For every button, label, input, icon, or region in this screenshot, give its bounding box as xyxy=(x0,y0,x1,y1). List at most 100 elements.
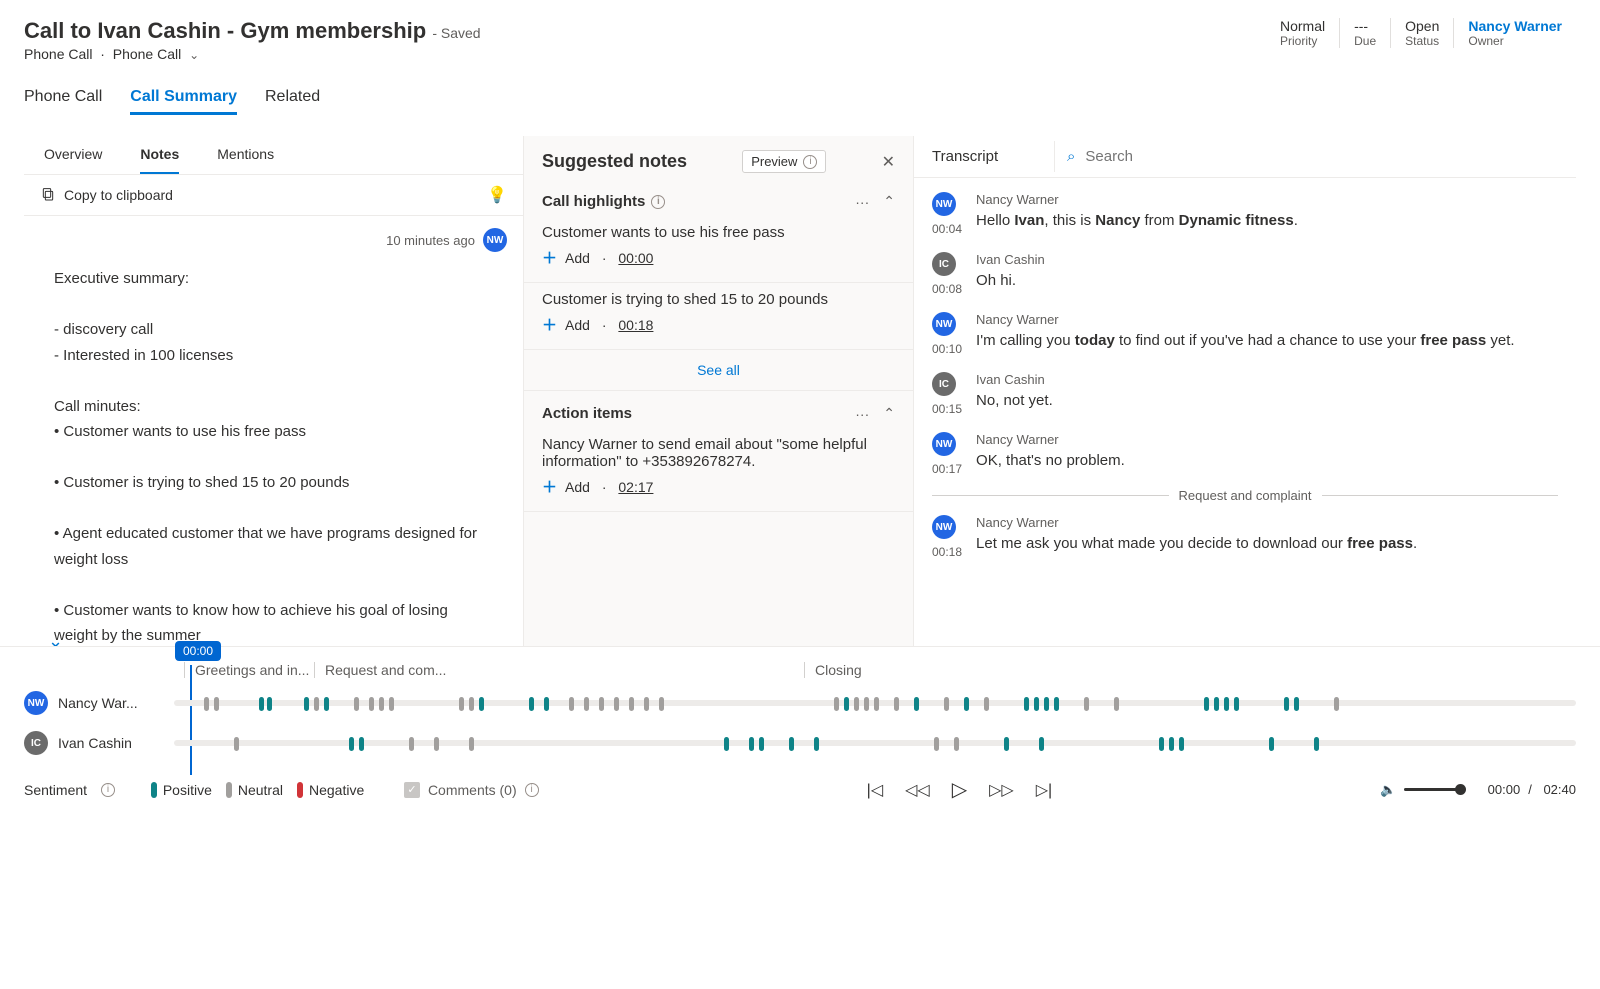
rewind-button[interactable]: ◁◁ xyxy=(905,780,930,800)
sentiment-tick[interactable] xyxy=(659,697,664,711)
sentiment-tick[interactable] xyxy=(1054,697,1059,711)
sentiment-tick[interactable] xyxy=(1214,697,1219,711)
sentiment-track[interactable] xyxy=(174,700,1576,706)
sentiment-tick[interactable] xyxy=(389,697,394,711)
sentiment-tick[interactable] xyxy=(204,697,209,711)
sentiment-tick[interactable] xyxy=(214,697,219,711)
sentiment-tick[interactable] xyxy=(644,697,649,711)
sentiment-tick[interactable] xyxy=(469,697,474,711)
volume-icon[interactable]: 🔈 xyxy=(1380,782,1396,798)
sentiment-tick[interactable] xyxy=(934,737,939,751)
add-highlight-button[interactable]: ＋ Add · 00:18 xyxy=(542,314,895,335)
sentiment-tick[interactable] xyxy=(1159,737,1164,751)
sentiment-tick[interactable] xyxy=(724,737,729,751)
sentiment-tick[interactable] xyxy=(359,737,364,751)
skip-end-button[interactable]: ▷| xyxy=(1036,780,1052,800)
close-icon[interactable]: ✕ xyxy=(882,152,895,172)
sentiment-tick[interactable] xyxy=(914,697,919,711)
sentiment-tick[interactable] xyxy=(1034,697,1039,711)
sentiment-tick[interactable] xyxy=(379,697,384,711)
transcript-time[interactable]: 00:15 xyxy=(932,402,962,416)
sentiment-tick[interactable] xyxy=(1179,737,1184,751)
info-icon[interactable]: i xyxy=(101,783,115,797)
skip-start-button[interactable]: |◁ xyxy=(867,780,883,800)
sentiment-tick[interactable] xyxy=(1039,737,1044,751)
search-input[interactable] xyxy=(1083,147,1564,166)
preview-badge[interactable]: Previewi xyxy=(742,150,826,173)
sentiment-tick[interactable] xyxy=(944,697,949,711)
timestamp-link[interactable]: 00:18 xyxy=(618,317,653,333)
owner-value[interactable]: Nancy Warner xyxy=(1468,18,1562,34)
sentiment-tick[interactable] xyxy=(984,697,989,711)
due-value[interactable]: --- xyxy=(1354,18,1376,34)
transcript-time[interactable]: 00:18 xyxy=(932,545,962,559)
sentiment-tick[interactable] xyxy=(814,737,819,751)
lightbulb-icon[interactable]: 💡 xyxy=(487,185,507,205)
sentiment-tick[interactable] xyxy=(1169,737,1174,751)
sentiment-tick[interactable] xyxy=(544,697,549,711)
sentiment-tick[interactable] xyxy=(1114,697,1119,711)
play-button[interactable]: ▷ xyxy=(952,777,967,802)
chevron-up-icon[interactable]: ⌃ xyxy=(883,405,895,422)
sentiment-tick[interactable] xyxy=(1084,697,1089,711)
sentiment-tick[interactable] xyxy=(314,697,319,711)
status-value[interactable]: Open xyxy=(1405,18,1439,34)
form-selector[interactable]: Phone Call xyxy=(113,46,182,62)
sentiment-tick[interactable] xyxy=(267,697,272,711)
volume-slider[interactable] xyxy=(1404,788,1464,791)
sentiment-tick[interactable] xyxy=(874,697,879,711)
sentiment-tick[interactable] xyxy=(259,697,264,711)
transcript-time[interactable]: 00:10 xyxy=(932,342,962,356)
sentiment-tick[interactable] xyxy=(434,737,439,751)
chevron-up-icon[interactable]: ⌃ xyxy=(883,193,895,210)
timeline-segment[interactable]: Request and com... xyxy=(314,662,804,678)
subtab-overview[interactable]: Overview xyxy=(44,136,102,174)
timestamp-link[interactable]: 00:00 xyxy=(618,250,653,266)
sentiment-tick[interactable] xyxy=(354,697,359,711)
sentiment-tick[interactable] xyxy=(1044,697,1049,711)
sentiment-tick[interactable] xyxy=(1294,697,1299,711)
sentiment-tick[interactable] xyxy=(894,697,899,711)
more-icon[interactable]: ··· xyxy=(855,194,869,210)
playhead-line[interactable] xyxy=(190,665,192,775)
tab-call-summary[interactable]: Call Summary xyxy=(130,88,237,115)
playhead-time[interactable]: 00:00 xyxy=(175,641,221,661)
sentiment-tick[interactable] xyxy=(1314,737,1319,751)
sentiment-tick[interactable] xyxy=(614,697,619,711)
sentiment-tick[interactable] xyxy=(469,737,474,751)
timeline-segment[interactable]: Greetings and in... xyxy=(184,662,314,678)
transcript-time[interactable]: 00:17 xyxy=(932,462,962,476)
sentiment-tick[interactable] xyxy=(1204,697,1209,711)
sentiment-tick[interactable] xyxy=(844,697,849,711)
sentiment-tick[interactable] xyxy=(1284,697,1289,711)
sentiment-tick[interactable] xyxy=(964,697,969,711)
sentiment-tick[interactable] xyxy=(1004,737,1009,751)
timeline-segment[interactable]: Closing xyxy=(804,662,1364,678)
sentiment-tick[interactable] xyxy=(759,737,764,751)
sentiment-tick[interactable] xyxy=(834,697,839,711)
comments-toggle[interactable]: ✓Comments (0)i xyxy=(404,782,539,798)
info-icon[interactable]: i xyxy=(651,195,665,209)
add-highlight-button[interactable]: ＋ Add · 00:00 xyxy=(542,247,895,268)
forward-button[interactable]: ▷▷ xyxy=(989,780,1014,800)
sentiment-tick[interactable] xyxy=(324,697,329,711)
sentiment-tick[interactable] xyxy=(1269,737,1274,751)
sentiment-tick[interactable] xyxy=(459,697,464,711)
sentiment-tick[interactable] xyxy=(349,737,354,751)
timestamp-link[interactable]: 02:17 xyxy=(618,479,653,495)
see-all-link[interactable]: See all xyxy=(524,350,913,391)
sentiment-tick[interactable] xyxy=(479,697,484,711)
sentiment-tick[interactable] xyxy=(409,737,414,751)
sentiment-tick[interactable] xyxy=(234,737,239,751)
add-highlight-button[interactable]: ＋ Add · 02:17 xyxy=(542,476,895,497)
priority-value[interactable]: Normal xyxy=(1280,18,1325,34)
transcript-time[interactable]: 00:08 xyxy=(932,282,962,296)
transcript-time[interactable]: 00:04 xyxy=(932,222,962,236)
tab-related[interactable]: Related xyxy=(265,88,320,115)
sentiment-tick[interactable] xyxy=(529,697,534,711)
more-icon[interactable]: ··· xyxy=(855,406,869,422)
sentiment-tick[interactable] xyxy=(1334,697,1339,711)
subtab-mentions[interactable]: Mentions xyxy=(217,136,274,174)
sentiment-tick[interactable] xyxy=(854,697,859,711)
sentiment-tick[interactable] xyxy=(584,697,589,711)
